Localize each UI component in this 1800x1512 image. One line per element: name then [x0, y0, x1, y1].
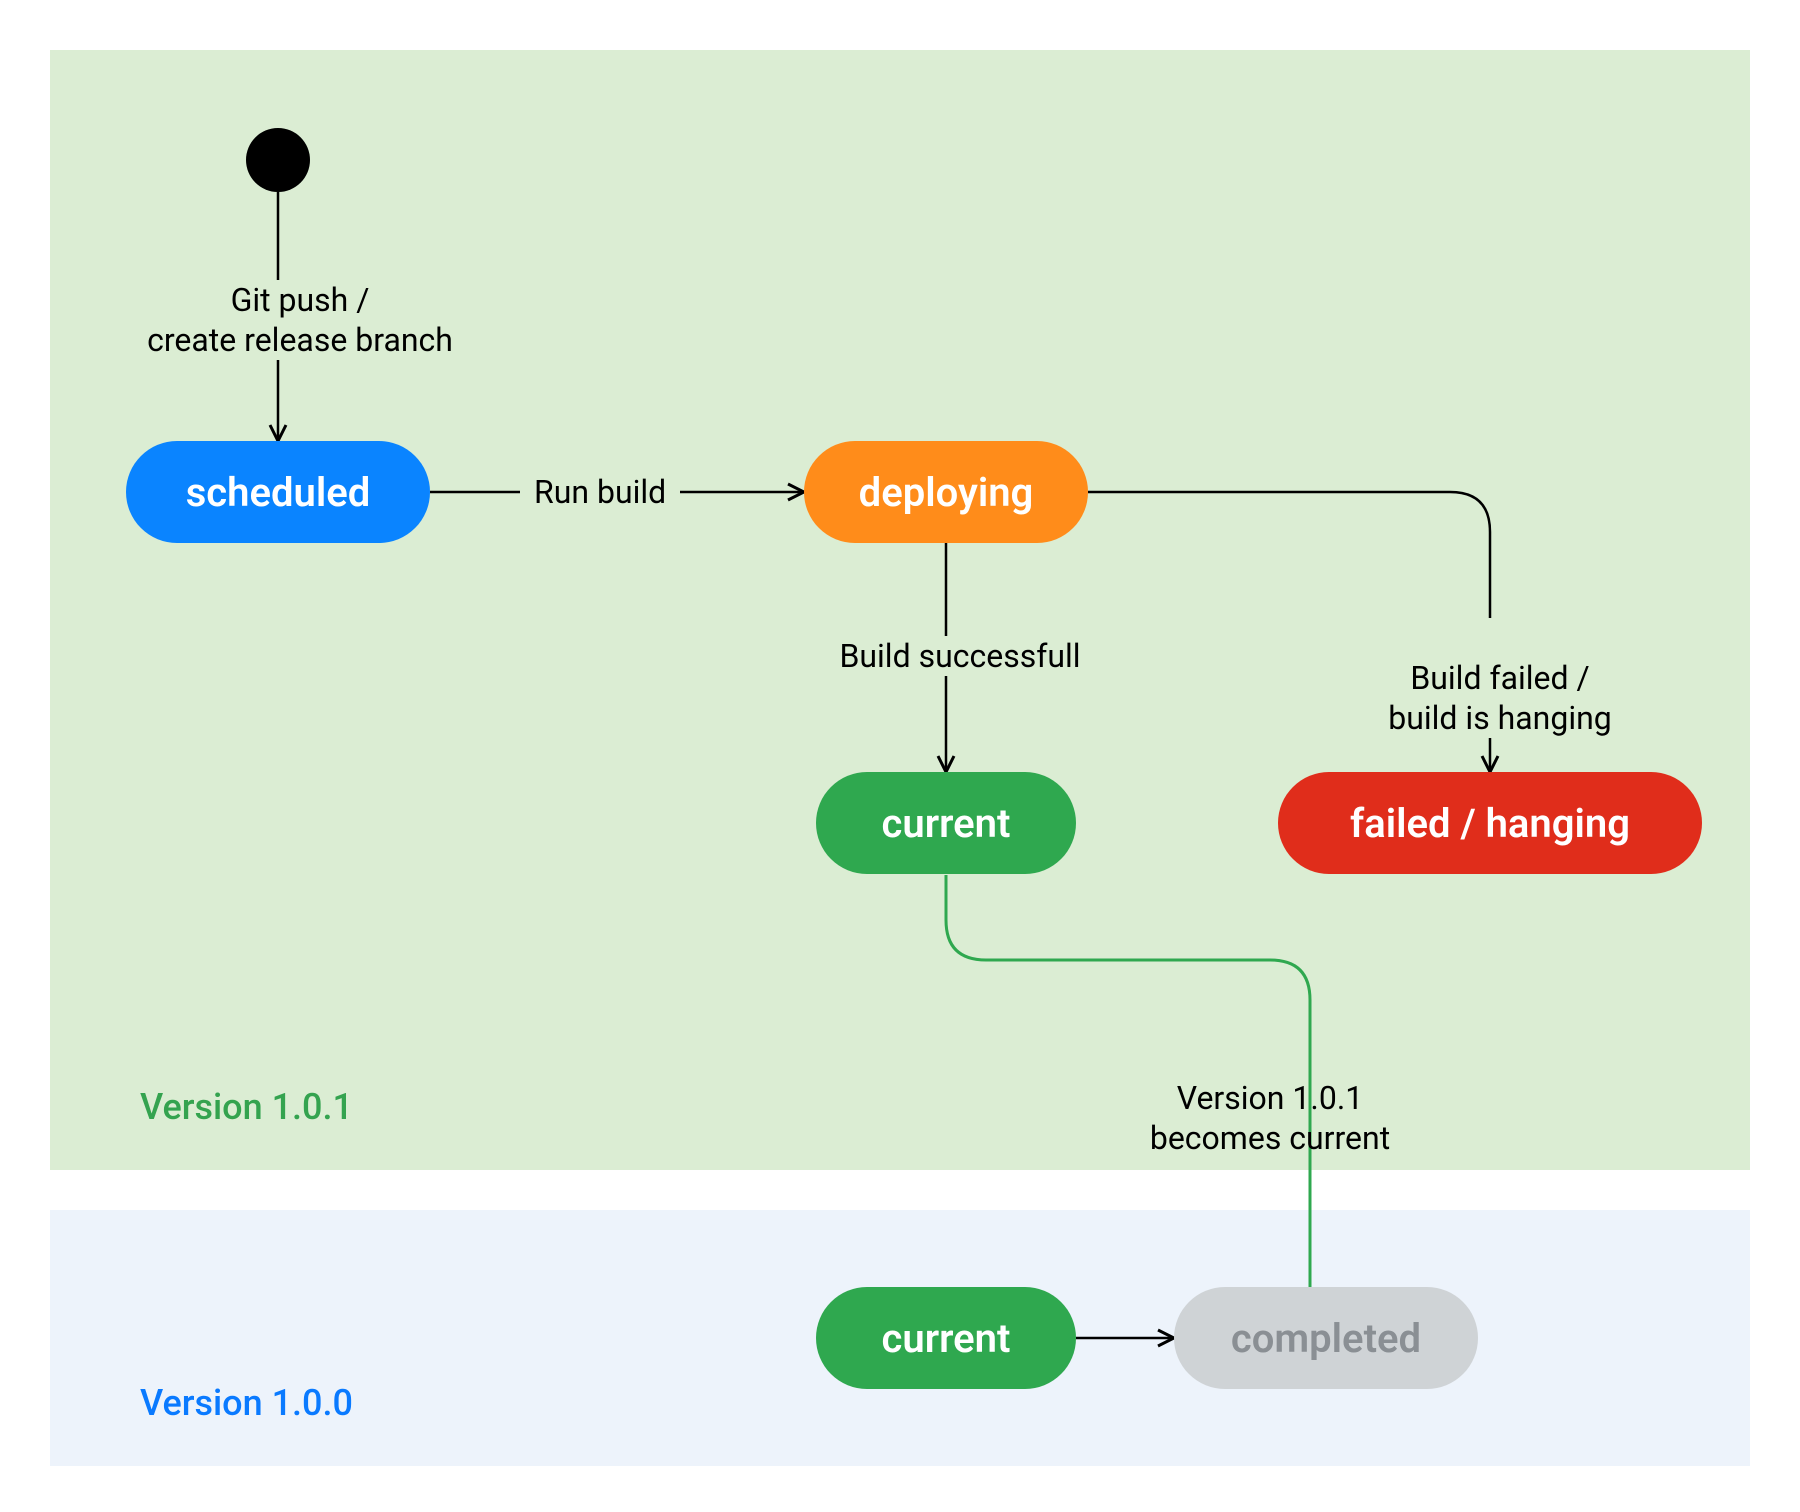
start-node — [246, 128, 310, 192]
edge-label-run-build: Run build — [520, 472, 680, 512]
state-current-v101: current — [816, 772, 1076, 874]
state-failed: failed / hanging — [1278, 772, 1702, 874]
state-scheduled: scheduled — [126, 441, 430, 543]
diagram-canvas: Version 1.0.1 Version 1.0.0 — [0, 0, 1800, 1512]
state-label: deploying — [859, 469, 1034, 516]
state-current-v100: current — [816, 1287, 1076, 1389]
state-label: scheduled — [186, 469, 371, 516]
state-label: completed — [1231, 1315, 1421, 1362]
state-label: failed / hanging — [1350, 800, 1630, 847]
swimlane-v101: Version 1.0.1 — [50, 50, 1750, 1170]
state-deploying: deploying — [804, 441, 1088, 543]
swimlane-label-v101: Version 1.0.1 — [140, 1086, 353, 1128]
edge-label-build-failed: Build failed / build is hanging — [1330, 618, 1670, 738]
state-label: current — [882, 1315, 1011, 1362]
swimlane-label-v100: Version 1.0.0 — [140, 1382, 353, 1424]
edge-label-build-success: Build successfull — [800, 636, 1120, 676]
state-label: current — [882, 800, 1011, 847]
edge-label-becomes-current: Version 1.0.1 becomes current — [1110, 1038, 1430, 1158]
state-completed: completed — [1174, 1287, 1478, 1389]
edge-label-git-push: Git push / create release branch — [120, 280, 480, 360]
